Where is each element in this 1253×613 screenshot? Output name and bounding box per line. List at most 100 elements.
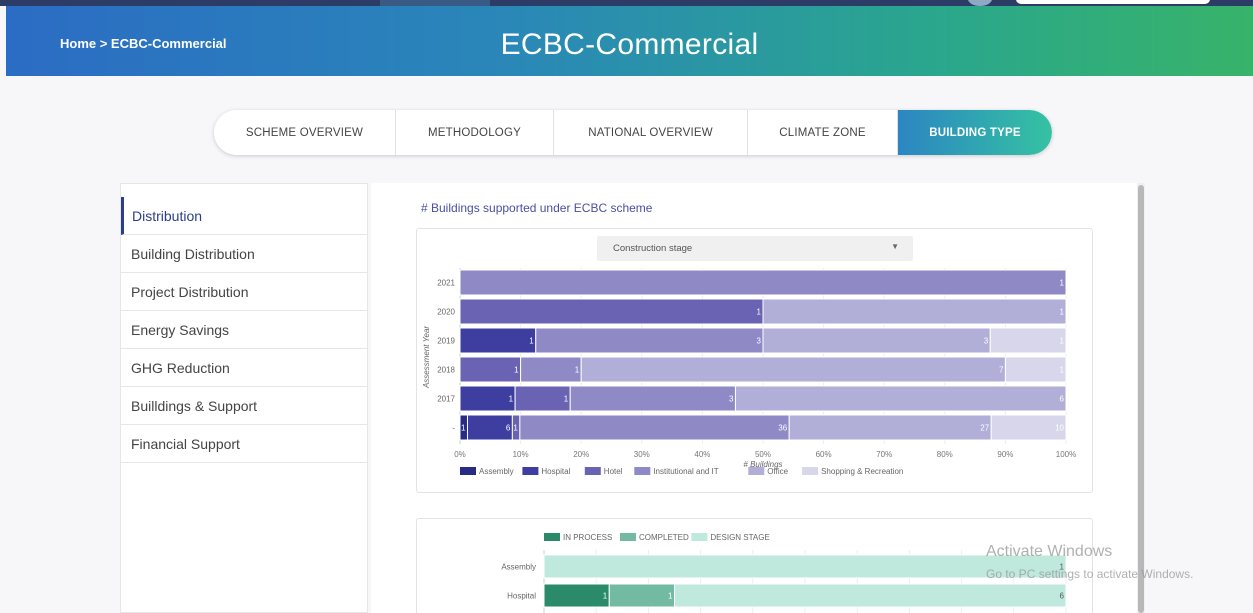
bar-data-label: 27 bbox=[980, 424, 989, 433]
legend-swatch bbox=[620, 533, 636, 541]
construction-stage-select[interactable]: Construction stage ▼ bbox=[597, 236, 913, 261]
bar-segment[interactable] bbox=[989, 327, 1067, 354]
bar-data-label: 1 bbox=[603, 592, 608, 601]
y-tick-label: - bbox=[452, 424, 455, 433]
legend-label[interactable]: Shopping & Recreation bbox=[821, 467, 903, 476]
x-tick-label: 30% bbox=[634, 450, 650, 459]
bar-segment[interactable] bbox=[519, 414, 790, 441]
watermark-subtitle: Go to PC settings to activate Windows. bbox=[986, 567, 1194, 581]
bar-data-label: 1 bbox=[1060, 308, 1065, 317]
sidebar-item-building-distribution[interactable]: Building Distribution bbox=[121, 235, 367, 273]
x-tick-label: 100% bbox=[1056, 450, 1076, 459]
legend-label[interactable]: DESIGN STAGE bbox=[710, 533, 769, 542]
page-header: Home > ECBC-Commercial ECBC-Commercial bbox=[6, 6, 1253, 76]
legend-label[interactable]: IN PROCESS bbox=[563, 533, 612, 542]
x-tick-label: 60% bbox=[816, 450, 832, 459]
bar-data-label: 6 bbox=[506, 424, 511, 433]
sidebar: Distribution Building Distribution Proje… bbox=[120, 183, 368, 613]
legend-swatch bbox=[802, 467, 819, 475]
legend-label[interactable]: Hospital bbox=[541, 467, 570, 476]
y-tick-label: 2017 bbox=[437, 395, 455, 404]
sidebar-item-ghg-reduction[interactable]: GHG Reduction bbox=[121, 349, 367, 387]
legend-label[interactable]: Institutional and IT bbox=[653, 467, 718, 476]
bar-segment[interactable] bbox=[608, 583, 675, 608]
bar-segment[interactable] bbox=[459, 298, 764, 325]
bar-segment[interactable] bbox=[762, 298, 1067, 325]
x-tick-label: 40% bbox=[694, 450, 710, 459]
y-axis-title: Assessment Year bbox=[422, 326, 431, 389]
bar-segment[interactable] bbox=[459, 385, 516, 412]
legend-swatch bbox=[544, 533, 560, 541]
y-tick-label: 2021 bbox=[437, 279, 455, 288]
y-tick-label: Hospital bbox=[507, 592, 536, 601]
bar-segment[interactable] bbox=[734, 385, 1067, 412]
bar-segment[interactable] bbox=[459, 356, 522, 383]
legend-label[interactable]: COMPLETED bbox=[639, 533, 689, 542]
sidebar-item-buildings-support[interactable]: Builldings & Support bbox=[121, 387, 367, 425]
sidebar-item-project-distribution[interactable]: Project Distribution bbox=[121, 273, 367, 311]
bar-segment[interactable] bbox=[788, 414, 992, 441]
y-tick-label: 2020 bbox=[437, 308, 455, 317]
legend-label[interactable]: Office bbox=[767, 467, 788, 476]
sidebar-item-energy-savings[interactable]: Energy Savings bbox=[121, 311, 367, 349]
bar-data-label: 6 bbox=[1060, 592, 1065, 601]
bar-segment[interactable] bbox=[580, 356, 1006, 383]
tab-building-type[interactable]: BUILDING TYPE bbox=[898, 110, 1052, 155]
tab-methodology[interactable]: METHODOLOGY bbox=[396, 110, 554, 155]
sidebar-item-financial-support[interactable]: Financial Support bbox=[121, 425, 367, 463]
legend-swatch bbox=[748, 467, 765, 475]
bar-segment[interactable] bbox=[520, 356, 582, 383]
y-tick-label: 2018 bbox=[437, 366, 455, 375]
sidebar-item-distribution[interactable]: Distribution bbox=[121, 197, 367, 235]
bar-segment[interactable] bbox=[514, 385, 571, 412]
bar-segment[interactable] bbox=[569, 385, 736, 412]
search-box[interactable] bbox=[1016, 0, 1210, 4]
x-tick-label: 80% bbox=[937, 450, 953, 459]
bar-data-label: 1 bbox=[668, 592, 673, 601]
bar-segment[interactable] bbox=[535, 327, 764, 354]
stage-stacked-bar-chart: IN PROCESS COMPLETED DESIGN STAGE Assembly 1… bbox=[501, 533, 1067, 613]
bar-data-label: 1 bbox=[757, 308, 762, 317]
bar-segment[interactable] bbox=[459, 269, 1067, 296]
legend-swatch bbox=[522, 467, 539, 475]
bar-segment[interactable] bbox=[762, 327, 991, 354]
bar-segment[interactable] bbox=[459, 327, 537, 354]
bar-segment[interactable] bbox=[1004, 356, 1067, 383]
y-tick-label: Assembly bbox=[501, 563, 536, 572]
bar-data-label: 7 bbox=[999, 366, 1004, 375]
x-tick-label: 10% bbox=[513, 450, 529, 459]
watermark-title: Activate Windows bbox=[986, 543, 1113, 560]
bar-data-label: 1 bbox=[564, 395, 569, 404]
bar-data-label: 1 bbox=[1060, 366, 1065, 375]
chevron-down-icon: ▼ bbox=[891, 242, 899, 251]
bar-data-label: 6 bbox=[1060, 395, 1065, 404]
bar-data-label: 1 bbox=[514, 366, 519, 375]
bar-data-label: 3 bbox=[729, 395, 734, 404]
bar-data-label: 1 bbox=[529, 337, 534, 346]
tab-scheme-overview[interactable]: SCHEME OVERVIEW bbox=[214, 110, 396, 155]
bar-data-label: 1 bbox=[461, 424, 466, 433]
y-tick-label: 2019 bbox=[437, 337, 455, 346]
bar-data-label: 3 bbox=[984, 337, 989, 346]
bar-data-label: 1 bbox=[1060, 279, 1065, 288]
section-title: # Buildings supported under ECBC scheme bbox=[421, 201, 653, 215]
legend-label[interactable]: Hotel bbox=[604, 467, 623, 476]
year-stacked-bar-chart: 0% 10% 20% 30% 40% 50% 60% 70% 80% 90% 100%# Build… bbox=[422, 268, 1076, 476]
page-title: ECBC-Commercial bbox=[500, 28, 759, 61]
x-tick-label: 50% bbox=[755, 450, 771, 459]
bar-data-label: 1 bbox=[509, 395, 514, 404]
bar-segment[interactable] bbox=[543, 583, 610, 608]
bar-data-label: 1 bbox=[1060, 337, 1065, 346]
bar-segment[interactable] bbox=[674, 583, 1067, 608]
tab-bar: SCHEME OVERVIEW METHODOLOGY NATIONAL OVE… bbox=[214, 110, 1052, 155]
bar-data-label: 1 bbox=[575, 366, 580, 375]
x-tick-label: 90% bbox=[997, 450, 1013, 459]
tab-national-overview[interactable]: NATIONAL OVERVIEW bbox=[554, 110, 748, 155]
legend-swatch bbox=[691, 533, 708, 541]
bar-data-label: 1 bbox=[513, 424, 518, 433]
legend-swatch bbox=[584, 467, 601, 475]
tab-climate-zone[interactable]: CLIMATE ZONE bbox=[748, 110, 898, 155]
bar-data-label: 36 bbox=[778, 424, 787, 433]
legend-label[interactable]: Assembly bbox=[479, 467, 514, 476]
scrollbar-thumb[interactable] bbox=[1138, 185, 1144, 613]
